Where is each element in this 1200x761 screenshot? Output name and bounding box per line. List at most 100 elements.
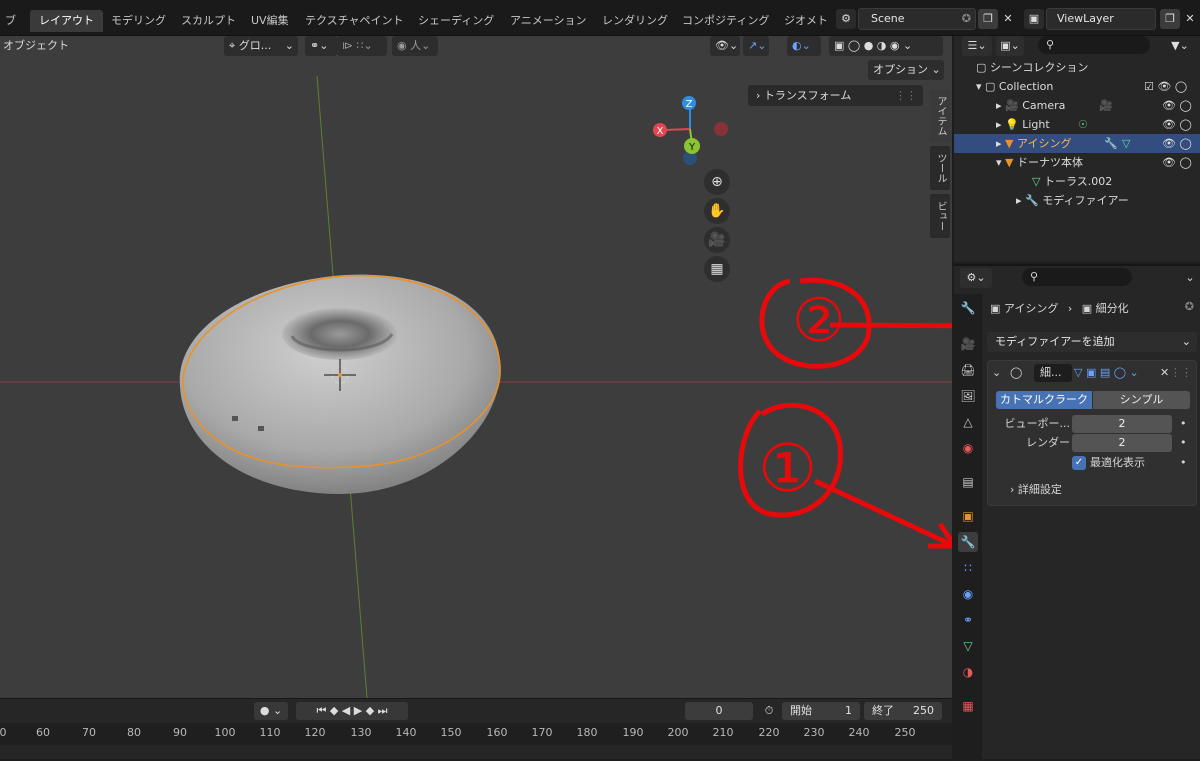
- data-tab-icon[interactable]: ▽: [958, 636, 978, 656]
- gizmo-toggle-icon[interactable]: ↗⌄: [743, 36, 769, 56]
- tab-tool[interactable]: ツール: [930, 146, 950, 190]
- outliner-item-camera[interactable]: ▸ 🎥 Camera 🎥 👁 ◯: [954, 96, 1200, 115]
- close-scene-icon[interactable]: ✕: [998, 9, 1018, 29]
- particles-tab-icon[interactable]: ∷: [958, 558, 978, 578]
- filter-funnel-icon[interactable]: ▼⌄: [1166, 36, 1194, 56]
- render-camera-icon[interactable]: ◯: [1179, 156, 1191, 169]
- 3d-viewport[interactable]: Z X Y オブジェクト ⌖ グロ... ⌄ ⚭⌄ ⧐ ∷⌄ ◉ 人⌄ 👁⌄ ↗⌄…: [0, 36, 952, 698]
- tab-view[interactable]: ビュー: [930, 194, 950, 238]
- physics-tab-icon[interactable]: ◉: [958, 584, 978, 604]
- keyframe-dot-icon[interactable]: •: [1180, 434, 1187, 452]
- keyframe-record-icon[interactable]: ● ⌄: [254, 702, 288, 720]
- outliner-search-input[interactable]: ⚲: [1038, 36, 1150, 54]
- outliner-item-torus[interactable]: ▽ トーラス.002: [954, 172, 1200, 191]
- display-mode-icon[interactable]: ☰⌄: [962, 36, 992, 56]
- render-levels-field[interactable]: 2: [1072, 434, 1172, 452]
- collapse-chevron-icon[interactable]: ⌄: [992, 365, 1012, 381]
- scene-selector[interactable]: Scene ✪: [858, 8, 976, 30]
- pin-icon[interactable]: ✪: [962, 9, 971, 29]
- workspace-tab-rendering[interactable]: レンダリング: [593, 10, 677, 32]
- drag-handle-icon[interactable]: ⋮⋮: [1170, 364, 1192, 382]
- options-dropdown[interactable]: オプション ⌄: [868, 60, 944, 80]
- render-camera-icon[interactable]: ◯: [1179, 99, 1191, 112]
- current-frame-field[interactable]: 0: [685, 702, 753, 720]
- workspace-tab-geometry[interactable]: ジオメト: [775, 10, 837, 32]
- perspective-grid-icon[interactable]: ▦: [704, 256, 730, 282]
- workspace-tab-texture-paint[interactable]: テクスチャペイント: [296, 10, 413, 32]
- advanced-subpanel[interactable]: › 詳細設定: [1010, 481, 1062, 499]
- playback-controls[interactable]: ⏮ ◆ ◀ ▶ ◆ ⏭: [296, 702, 408, 720]
- snap-toggle[interactable]: ⧐ ∷⌄: [337, 36, 387, 56]
- filter-view-icon[interactable]: ▣⌄: [996, 36, 1024, 56]
- keyframe-dot-icon[interactable]: •: [1180, 454, 1187, 472]
- outliner-item-collection[interactable]: ▾ ▢ Collection ☑ 👁 ◯: [954, 77, 1200, 96]
- workspace-tab-modeling[interactable]: モデリング: [102, 10, 175, 32]
- outliner-item-icing[interactable]: ▸ ▼ アイシング 🔧 ▽ 👁 ◯: [954, 134, 1200, 153]
- modifier-tab-icon[interactable]: 🔧: [958, 532, 978, 552]
- outliner-item-light[interactable]: ▸ 💡 Light ☉ 👁 ◯: [954, 115, 1200, 134]
- object-tab-icon[interactable]: ▣: [958, 506, 978, 526]
- close-viewlayer-icon[interactable]: ✕: [1180, 9, 1200, 29]
- modifier-name-field[interactable]: 細...: [1034, 364, 1072, 382]
- overlay-toggle-icon[interactable]: ◐⌄: [787, 36, 821, 56]
- mode-selector[interactable]: オブジェクト: [3, 36, 69, 56]
- workspace-tab-shading[interactable]: シェーディング: [409, 10, 503, 32]
- workspace-tab-layout[interactable]: レイアウト: [30, 10, 103, 32]
- drag-handle-icon[interactable]: ⋮⋮: [895, 85, 917, 106]
- simple-button[interactable]: シンプル: [1093, 391, 1190, 409]
- scene-tab-icon[interactable]: △: [958, 412, 978, 432]
- view-layer-tab-icon[interactable]: 🖼: [958, 386, 978, 406]
- catmull-clark-button[interactable]: カトマルクラーク: [996, 391, 1092, 409]
- outliner-item-donut[interactable]: ▾ ▼ ドーナツ本体 👁 ◯: [954, 153, 1200, 172]
- transform-panel-header[interactable]: › トランスフォーム ⋮⋮: [748, 85, 923, 106]
- eye-icon[interactable]: 👁: [1162, 156, 1176, 169]
- shading-buttons[interactable]: ▣ ◯ ● ◑ ◉ ⌄: [829, 36, 943, 56]
- workspace-tab-partial[interactable]: ブ: [0, 10, 25, 32]
- texture-tab-icon[interactable]: ▦: [958, 696, 978, 716]
- workspace-tab-sculpt[interactable]: スカルプト: [172, 10, 245, 32]
- frame-ruler[interactable]: 0 60 70 80 90 100 110 120 130 140 150 16…: [0, 723, 952, 745]
- checkbox-icon[interactable]: ☑: [1144, 80, 1154, 93]
- viewlayer-icon[interactable]: ▣: [1024, 9, 1044, 29]
- clock-icon[interactable]: ⏱: [760, 702, 778, 720]
- viewlayer-selector[interactable]: ViewLayer: [1046, 8, 1156, 30]
- proportional-edit[interactable]: ◉ 人⌄: [392, 36, 438, 56]
- new-scene-icon[interactable]: ❐: [978, 9, 998, 29]
- render-camera-icon[interactable]: ◯: [1179, 118, 1191, 131]
- render-camera-icon[interactable]: ◯: [1175, 80, 1187, 93]
- zoom-icon[interactable]: ⊕: [704, 169, 730, 195]
- camera-view-icon[interactable]: 🎥: [704, 227, 730, 253]
- visibility-icon[interactable]: 👁⌄: [710, 36, 740, 56]
- workspace-tab-animation[interactable]: アニメーション: [501, 10, 596, 32]
- output-tab-icon[interactable]: 🖨: [958, 360, 978, 380]
- optimal-display-checkbox[interactable]: ✓: [1072, 456, 1086, 470]
- pan-hand-icon[interactable]: ✋: [704, 198, 730, 224]
- tab-item[interactable]: アイテム: [930, 90, 950, 142]
- eye-icon[interactable]: 👁: [1162, 137, 1176, 150]
- new-viewlayer-icon[interactable]: ❐: [1160, 9, 1180, 29]
- close-icon[interactable]: ✕: [1160, 364, 1169, 382]
- add-modifier-dropdown[interactable]: モディファイアーを追加 ⌄: [987, 332, 1197, 352]
- modifier-toggle-icons[interactable]: ▽ ▣ ▤ ◯ ⌄: [1074, 364, 1156, 382]
- world-tab-icon[interactable]: ◉: [958, 438, 978, 458]
- render-tab-icon[interactable]: 🎥: [958, 334, 978, 354]
- eye-icon[interactable]: 👁: [1162, 99, 1176, 112]
- eye-icon[interactable]: 👁: [1157, 80, 1171, 93]
- pin-icon[interactable]: ✪: [1185, 300, 1194, 313]
- viewport-levels-field[interactable]: 2: [1072, 415, 1172, 433]
- workspace-tab-uv[interactable]: UV編集: [242, 10, 298, 32]
- material-tab-icon[interactable]: ◑: [958, 662, 978, 682]
- outliner-item-modifiers[interactable]: ▸ 🔧 モディファイアー: [954, 191, 1200, 210]
- workspace-tab-compositing[interactable]: コンポジティング: [673, 10, 778, 32]
- constraints-tab-icon[interactable]: ⚭: [958, 610, 978, 630]
- tool-tab-icon[interactable]: 🔧: [958, 298, 978, 318]
- collection-tab-icon[interactable]: ▤: [958, 472, 978, 492]
- orientation-selector[interactable]: ⌖ グロ... ⌄: [224, 36, 298, 56]
- end-frame-field[interactable]: 終了 250: [864, 702, 942, 720]
- eye-icon[interactable]: 👁: [1162, 118, 1176, 131]
- start-frame-field[interactable]: 開始 1: [782, 702, 860, 720]
- render-camera-icon[interactable]: ◯: [1179, 137, 1191, 150]
- pivot-selector[interactable]: ⚭⌄: [305, 36, 337, 56]
- outliner-scene-collection[interactable]: ▢ シーンコレクション: [954, 58, 1200, 77]
- scene-icon[interactable]: ⚙: [836, 9, 856, 29]
